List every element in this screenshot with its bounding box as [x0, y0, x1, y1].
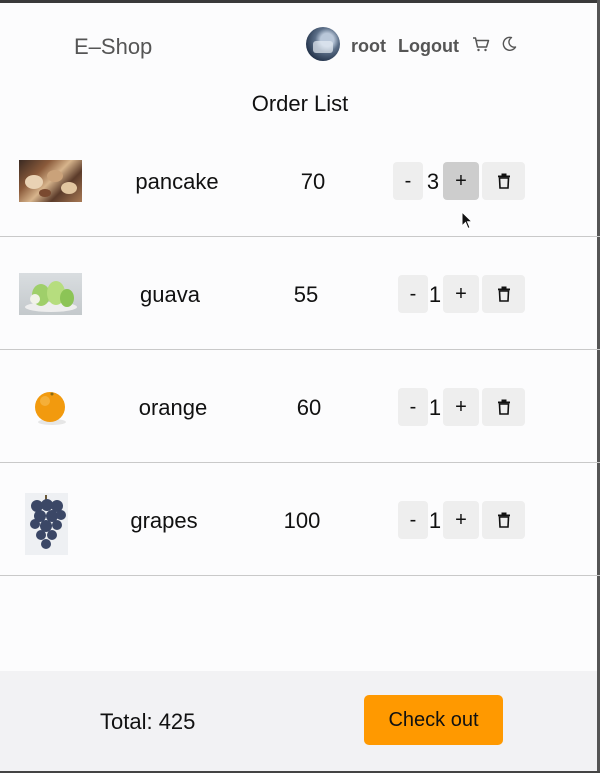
product-name: orange — [138, 395, 208, 420]
order-row-orange: orange 60 - 1 + — [0, 350, 600, 463]
product-price: 100 — [283, 508, 321, 533]
user-avatar[interactable] — [306, 27, 340, 61]
product-name: pancake — [135, 169, 219, 194]
navbar: E–Shop root Logout — [0, 3, 597, 81]
product-price: 60 — [296, 395, 322, 420]
grapes-photo — [25, 493, 68, 555]
product-name: guava — [140, 282, 200, 307]
trash-icon — [497, 512, 510, 528]
checkout-button[interactable]: Check out — [364, 695, 503, 745]
product-price: 70 — [300, 169, 326, 194]
order-row-grapes: grapes 100 - 1 + — [0, 463, 600, 576]
username[interactable]: root — [351, 36, 386, 57]
order-row-pancake: pancake 70 - 3 + — [0, 124, 600, 237]
increase-quantity-button[interactable]: + — [443, 501, 479, 539]
product-name: grapes — [130, 508, 198, 533]
guava-photo — [19, 273, 82, 315]
orange-photo — [32, 390, 70, 426]
quantity-value: 1 — [428, 508, 442, 533]
cart-icon[interactable] — [472, 36, 490, 52]
product-price: 55 — [293, 282, 319, 307]
page-title: Order List — [251, 91, 349, 116]
moon-icon[interactable] — [501, 36, 517, 52]
cart-footer: Total: 425 Check out — [0, 671, 597, 771]
quantity-value: 3 — [426, 169, 440, 194]
decrease-quantity-button[interactable]: - — [398, 388, 428, 426]
quantity-value: 1 — [428, 282, 442, 307]
pancake-photo — [19, 160, 82, 202]
order-row-guava: guava 55 - 1 + — [0, 237, 600, 350]
delete-item-button[interactable] — [482, 501, 525, 539]
trash-icon — [497, 286, 510, 302]
trash-icon — [497, 173, 510, 189]
order-list: pancake 70 - 3 + guava 55 - 1 + orange 6… — [0, 124, 600, 576]
delete-item-button[interactable] — [482, 275, 525, 313]
increase-quantity-button[interactable]: + — [443, 275, 479, 313]
increase-quantity-button[interactable]: + — [443, 388, 479, 426]
increase-quantity-button[interactable]: + — [443, 162, 479, 200]
trash-icon — [497, 399, 510, 415]
delete-item-button[interactable] — [482, 388, 525, 426]
decrease-quantity-button[interactable]: - — [398, 501, 428, 539]
brand-logo-text[interactable]: E–Shop — [74, 34, 152, 60]
delete-item-button[interactable] — [482, 162, 525, 200]
order-total: Total: 425 — [100, 709, 196, 734]
decrease-quantity-button[interactable]: - — [398, 275, 428, 313]
quantity-value: 1 — [428, 395, 442, 420]
logout-link[interactable]: Logout — [398, 36, 459, 57]
decrease-quantity-button[interactable]: - — [393, 162, 423, 200]
